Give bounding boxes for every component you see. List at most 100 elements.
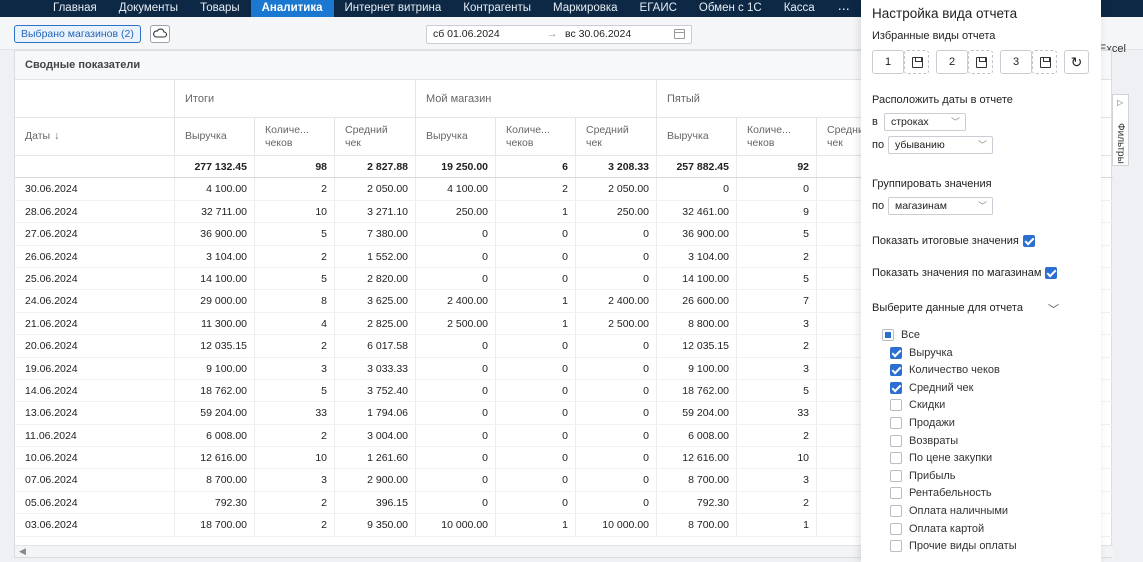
data-option[interactable]: Оплата наличными [882, 503, 1017, 521]
value-cell: 3 [737, 357, 817, 379]
value-cell: 2 [255, 245, 335, 267]
cloud-button[interactable] [150, 25, 170, 43]
show-totals-option[interactable]: Показать итоговые значения [872, 235, 1035, 248]
scroll-left-icon[interactable]: ◀ [19, 546, 26, 557]
data-option-checkbox[interactable] [890, 522, 902, 535]
data-option-checkbox[interactable] [890, 540, 902, 553]
metric-header-label: Выручка [667, 130, 709, 142]
show-by-store-label: Показать значения по магазинам [872, 267, 1042, 279]
nav-item[interactable]: ЕГАИС [629, 0, 688, 17]
nav-item[interactable]: Товары [189, 0, 251, 17]
value-cell: 33 [255, 402, 335, 424]
data-option-checkbox[interactable] [890, 381, 902, 394]
nav-item[interactable]: Обмен с 1С [688, 0, 773, 17]
value-cell: 0 [416, 469, 496, 491]
value-cell: 1 [496, 290, 576, 312]
more-icon[interactable]: ⋯ [826, 2, 862, 16]
favorites-label: Избранные виды отчета [872, 30, 996, 42]
data-option-checkbox[interactable] [890, 399, 902, 412]
value-cell: 1 794.06 [335, 402, 416, 424]
show-totals-checkbox[interactable] [1022, 235, 1035, 248]
selected-stores-button[interactable]: Выбрано магазинов (2) [14, 25, 141, 43]
nav-item[interactable]: Главная [42, 0, 108, 17]
choose-data-toggle[interactable]: Выберите данные для отчета ﹀ [872, 302, 1059, 316]
value-cell: 2 050.00 [335, 178, 416, 200]
value-cell: 0 [576, 447, 657, 469]
data-option-checkbox[interactable] [890, 364, 902, 377]
sort-desc-icon[interactable]: ↓ [54, 130, 59, 143]
filters-tab[interactable]: ▷ Фильтры [1112, 94, 1129, 166]
metric-header[interactable]: Количе... чеков [737, 118, 817, 155]
show-by-store-checkbox[interactable] [1045, 267, 1058, 280]
metric-header[interactable]: Выручка [416, 118, 496, 155]
data-option-checkbox[interactable] [890, 452, 902, 465]
show-by-store-option[interactable]: Показать значения по магазинам [872, 267, 1058, 280]
data-option-checkbox[interactable] [890, 346, 902, 359]
data-option[interactable]: Скидки [882, 397, 1017, 415]
data-option-checkbox[interactable] [890, 417, 902, 430]
value-cell: 792.30 [175, 491, 255, 514]
date-cell: 26.06.2024 [15, 245, 175, 267]
data-option[interactable]: Средний чек [882, 380, 1017, 398]
data-option[interactable]: Прибыль [882, 468, 1017, 486]
data-option[interactable]: Рентабельность [882, 485, 1017, 503]
favorite-view-number[interactable]: 2 [936, 50, 968, 74]
value-cell: 0 [496, 223, 576, 245]
value-cell: 8 700.00 [657, 469, 737, 491]
value-cell: 1 [496, 312, 576, 335]
favorite-view[interactable]: 2 [936, 50, 994, 74]
metric-header[interactable]: Количе... чеков [496, 118, 576, 155]
nav-item[interactable]: Касса [773, 0, 826, 17]
dates-column-header[interactable]: Даты ↓ [15, 118, 175, 155]
data-option-checkbox[interactable] [890, 434, 902, 447]
data-option-checkbox[interactable] [890, 505, 902, 518]
value-cell: 4 100.00 [416, 178, 496, 200]
metric-header[interactable]: Выручка [175, 118, 255, 155]
data-option[interactable]: Все [882, 327, 1017, 345]
data-option[interactable]: Возвраты [882, 433, 1017, 451]
date-cell: 21.06.2024 [15, 312, 175, 335]
reload-button[interactable]: ↻ [1064, 50, 1089, 74]
date-cell: 05.06.2024 [15, 491, 175, 514]
metric-header[interactable]: Количе... чеков [255, 118, 335, 155]
save-favorite-button[interactable] [968, 50, 993, 74]
value-cell: 5 [255, 379, 335, 402]
total-cell: 92 [737, 156, 817, 178]
nav-item[interactable]: Документы [108, 0, 189, 17]
data-option-label: Прибыль [909, 469, 956, 482]
data-option-label: Возвраты [909, 434, 959, 447]
value-cell: 11 300.00 [175, 312, 255, 335]
favorite-view[interactable]: 3 [1000, 50, 1058, 74]
data-option-label: Выручка [909, 346, 953, 359]
value-cell: 32 461.00 [657, 200, 737, 223]
data-option-checkbox[interactable] [882, 329, 894, 342]
dates-position-value: строках [891, 116, 929, 128]
value-cell: 0 [416, 424, 496, 447]
metric-header[interactable]: Средний чек [576, 118, 657, 155]
value-cell: 2 400.00 [576, 290, 657, 312]
data-option[interactable]: Прочие виды оплаты [882, 538, 1017, 556]
favorite-view[interactable]: 1 [872, 50, 930, 74]
nav-item[interactable]: Маркировка [542, 0, 629, 17]
value-cell: 2 [737, 424, 817, 447]
data-option[interactable]: Количество чеков [882, 362, 1017, 380]
dates-order-select[interactable]: убыванию ﹀ [888, 136, 993, 154]
nav-item[interactable]: Интернет витрина [334, 0, 453, 17]
data-option[interactable]: Продажи [882, 415, 1017, 433]
data-option-checkbox[interactable] [890, 469, 902, 482]
save-favorite-button[interactable] [1032, 50, 1057, 74]
dates-position-select[interactable]: строках ﹀ [884, 113, 966, 131]
date-range-picker[interactable]: сб 01.06.2024 → вс 30.06.2024 [426, 25, 692, 44]
save-favorite-button[interactable] [904, 50, 929, 74]
data-option[interactable]: По цене закупки [882, 450, 1017, 468]
data-option[interactable]: Оплата картой [882, 521, 1017, 539]
nav-item[interactable]: Аналитика [250, 0, 334, 17]
group-by-select[interactable]: магазинам ﹀ [888, 197, 993, 215]
data-option-checkbox[interactable] [890, 487, 902, 500]
favorite-view-number[interactable]: 3 [1000, 50, 1032, 74]
metric-header[interactable]: Средний чек [335, 118, 416, 155]
nav-item[interactable]: Контрагенты [452, 0, 542, 17]
favorite-view-number[interactable]: 1 [872, 50, 904, 74]
metric-header[interactable]: Выручка [657, 118, 737, 155]
data-option[interactable]: Выручка [882, 345, 1017, 363]
